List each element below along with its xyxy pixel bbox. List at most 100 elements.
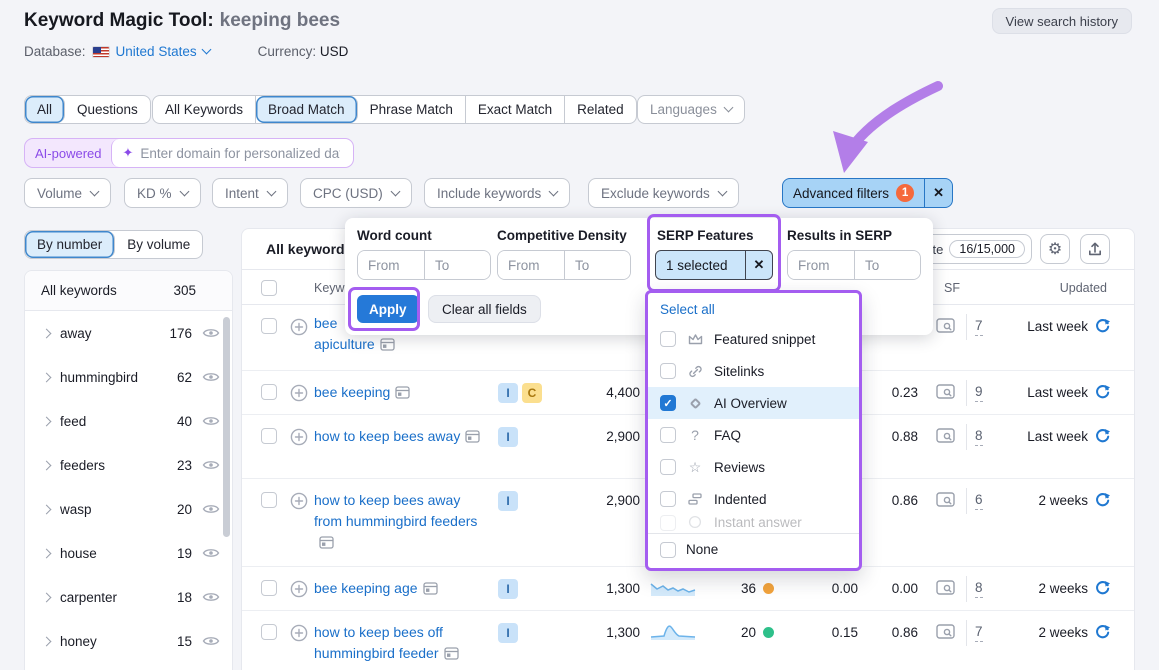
competitive-density-from-input[interactable] xyxy=(498,251,564,279)
option-checkbox-checked[interactable] xyxy=(660,395,676,411)
intent-commercial-badge[interactable]: C xyxy=(522,383,542,403)
chevron-right-icon[interactable] xyxy=(42,504,52,514)
sf-link[interactable]: 8 xyxy=(975,580,983,598)
sidebar-item-house[interactable]: house 19 xyxy=(25,531,232,575)
eye-icon[interactable] xyxy=(202,635,220,647)
tab-by-number[interactable]: By number xyxy=(25,231,115,258)
refresh-icon[interactable] xyxy=(1095,318,1110,333)
word-count-from-input[interactable] xyxy=(358,251,424,279)
option-checkbox[interactable] xyxy=(660,363,676,379)
column-sf[interactable]: SF xyxy=(944,281,960,295)
export-button[interactable] xyxy=(1080,234,1110,264)
serp-feature-option-featured-snippet[interactable]: Featured snippet xyxy=(648,323,859,355)
tab-by-volume[interactable]: By volume xyxy=(115,231,202,258)
serp-feature-option-instant-answer[interactable]: Instant answer xyxy=(648,515,859,533)
eye-icon[interactable] xyxy=(202,503,220,515)
eye-icon[interactable] xyxy=(202,459,220,471)
option-checkbox[interactable] xyxy=(660,459,676,475)
tab-phrase-match[interactable]: Phrase Match xyxy=(358,96,466,123)
chevron-right-icon[interactable] xyxy=(42,328,52,338)
intent-informational-badge[interactable]: I xyxy=(498,427,518,447)
competitive-density-to-input[interactable] xyxy=(564,251,630,279)
tab-related[interactable]: Related xyxy=(565,96,636,123)
serp-preview-icon[interactable] xyxy=(936,384,955,400)
all-keywords-group-header[interactable]: All keywords 305 xyxy=(25,271,232,311)
sidebar-scrollbar[interactable] xyxy=(223,317,230,537)
advanced-filters-close-icon[interactable]: ✕ xyxy=(924,179,952,207)
intent-informational-badge[interactable]: I xyxy=(498,579,518,599)
serp-preview-icon[interactable] xyxy=(936,624,955,640)
word-count-to-input[interactable] xyxy=(424,251,490,279)
option-checkbox[interactable] xyxy=(660,331,676,347)
apply-button[interactable]: Apply xyxy=(357,295,419,323)
serp-feature-option-none[interactable]: None xyxy=(648,533,859,565)
sf-link[interactable]: 8 xyxy=(975,428,983,446)
add-keyword-icon[interactable] xyxy=(290,384,308,402)
intent-informational-badge[interactable]: I xyxy=(498,383,518,403)
serp-card-icon[interactable] xyxy=(423,582,438,595)
volume-filter-dropdown[interactable]: Volume xyxy=(24,178,111,208)
serp-features-select[interactable]: 1 selected ✕ xyxy=(655,250,773,280)
results-in-serp-from-input[interactable] xyxy=(788,251,854,279)
exclude-keywords-dropdown[interactable]: Exclude keywords xyxy=(588,178,739,208)
keyword-link[interactable]: bee keeping xyxy=(314,382,486,403)
results-in-serp-to-input[interactable] xyxy=(854,251,920,279)
sidebar-item-hummingbird[interactable]: hummingbird 62 xyxy=(25,355,232,399)
sf-link[interactable]: 7 xyxy=(975,318,983,336)
sidebar-item-feeders[interactable]: feeders 23 xyxy=(25,443,232,487)
serp-card-icon[interactable] xyxy=(395,386,410,399)
serp-card-icon[interactable] xyxy=(319,536,334,549)
option-checkbox[interactable] xyxy=(660,427,676,443)
eye-icon[interactable] xyxy=(202,591,220,603)
serp-preview-icon[interactable] xyxy=(936,318,955,334)
serp-feature-option-ai-overview[interactable]: AI Overview xyxy=(648,387,859,419)
eye-icon[interactable] xyxy=(202,327,220,339)
column-updated[interactable]: Updated xyxy=(1060,281,1107,295)
sf-link[interactable]: 7 xyxy=(975,624,983,642)
select-all-checkbox[interactable] xyxy=(261,280,277,296)
sidebar-item-honey[interactable]: honey 15 xyxy=(25,619,232,663)
tab-exact-match[interactable]: Exact Match xyxy=(466,96,565,123)
cpc-filter-dropdown[interactable]: CPC (USD) xyxy=(300,178,412,208)
serp-feature-option-faq[interactable]: ? FAQ xyxy=(648,419,859,451)
row-checkbox[interactable] xyxy=(261,580,277,596)
intent-informational-badge[interactable]: I xyxy=(498,623,518,643)
sidebar-item-wasp[interactable]: wasp 20 xyxy=(25,487,232,531)
option-checkbox[interactable] xyxy=(660,491,676,507)
table-settings-button[interactable]: ⚙ xyxy=(1040,234,1070,264)
languages-dropdown[interactable]: Languages xyxy=(637,95,745,124)
serp-card-icon[interactable] xyxy=(444,647,459,660)
chevron-right-icon[interactable] xyxy=(42,416,52,426)
serp-preview-icon[interactable] xyxy=(936,428,955,444)
view-search-history-button[interactable]: View search history xyxy=(992,8,1132,34)
database-selector[interactable]: United States xyxy=(116,44,210,59)
sidebar-item-carpenter[interactable]: carpenter 18 xyxy=(25,575,232,619)
eye-icon[interactable] xyxy=(202,415,220,427)
include-keywords-dropdown[interactable]: Include keywords xyxy=(424,178,570,208)
keyword-link[interactable]: how to keep bees away from hummingbird f… xyxy=(314,490,486,553)
serp-features-clear-icon[interactable]: ✕ xyxy=(745,251,772,279)
refresh-icon[interactable] xyxy=(1095,624,1110,639)
row-checkbox[interactable] xyxy=(261,492,277,508)
refresh-icon[interactable] xyxy=(1095,384,1110,399)
serp-feature-option-indented[interactable]: Indented xyxy=(648,483,859,515)
serp-card-icon[interactable] xyxy=(465,430,480,443)
option-checkbox[interactable] xyxy=(660,515,676,531)
row-checkbox[interactable] xyxy=(261,624,277,640)
kd-filter-dropdown[interactable]: KD % xyxy=(124,178,201,208)
add-keyword-icon[interactable] xyxy=(290,492,308,510)
chevron-right-icon[interactable] xyxy=(42,372,52,382)
refresh-icon[interactable] xyxy=(1095,580,1110,595)
keyword-link[interactable]: bee keeping age xyxy=(314,578,486,599)
sidebar-item-away[interactable]: away 176 xyxy=(25,311,232,355)
chevron-right-icon[interactable] xyxy=(42,592,52,602)
row-checkbox[interactable] xyxy=(261,384,277,400)
add-keyword-icon[interactable] xyxy=(290,580,308,598)
chevron-right-icon[interactable] xyxy=(42,460,52,470)
option-checkbox[interactable] xyxy=(660,542,676,558)
sf-link[interactable]: 9 xyxy=(975,384,983,402)
clear-all-fields-button[interactable]: Clear all fields xyxy=(428,295,541,323)
chevron-right-icon[interactable] xyxy=(42,636,52,646)
domain-input[interactable] xyxy=(140,146,340,161)
add-keyword-icon[interactable] xyxy=(290,318,308,336)
